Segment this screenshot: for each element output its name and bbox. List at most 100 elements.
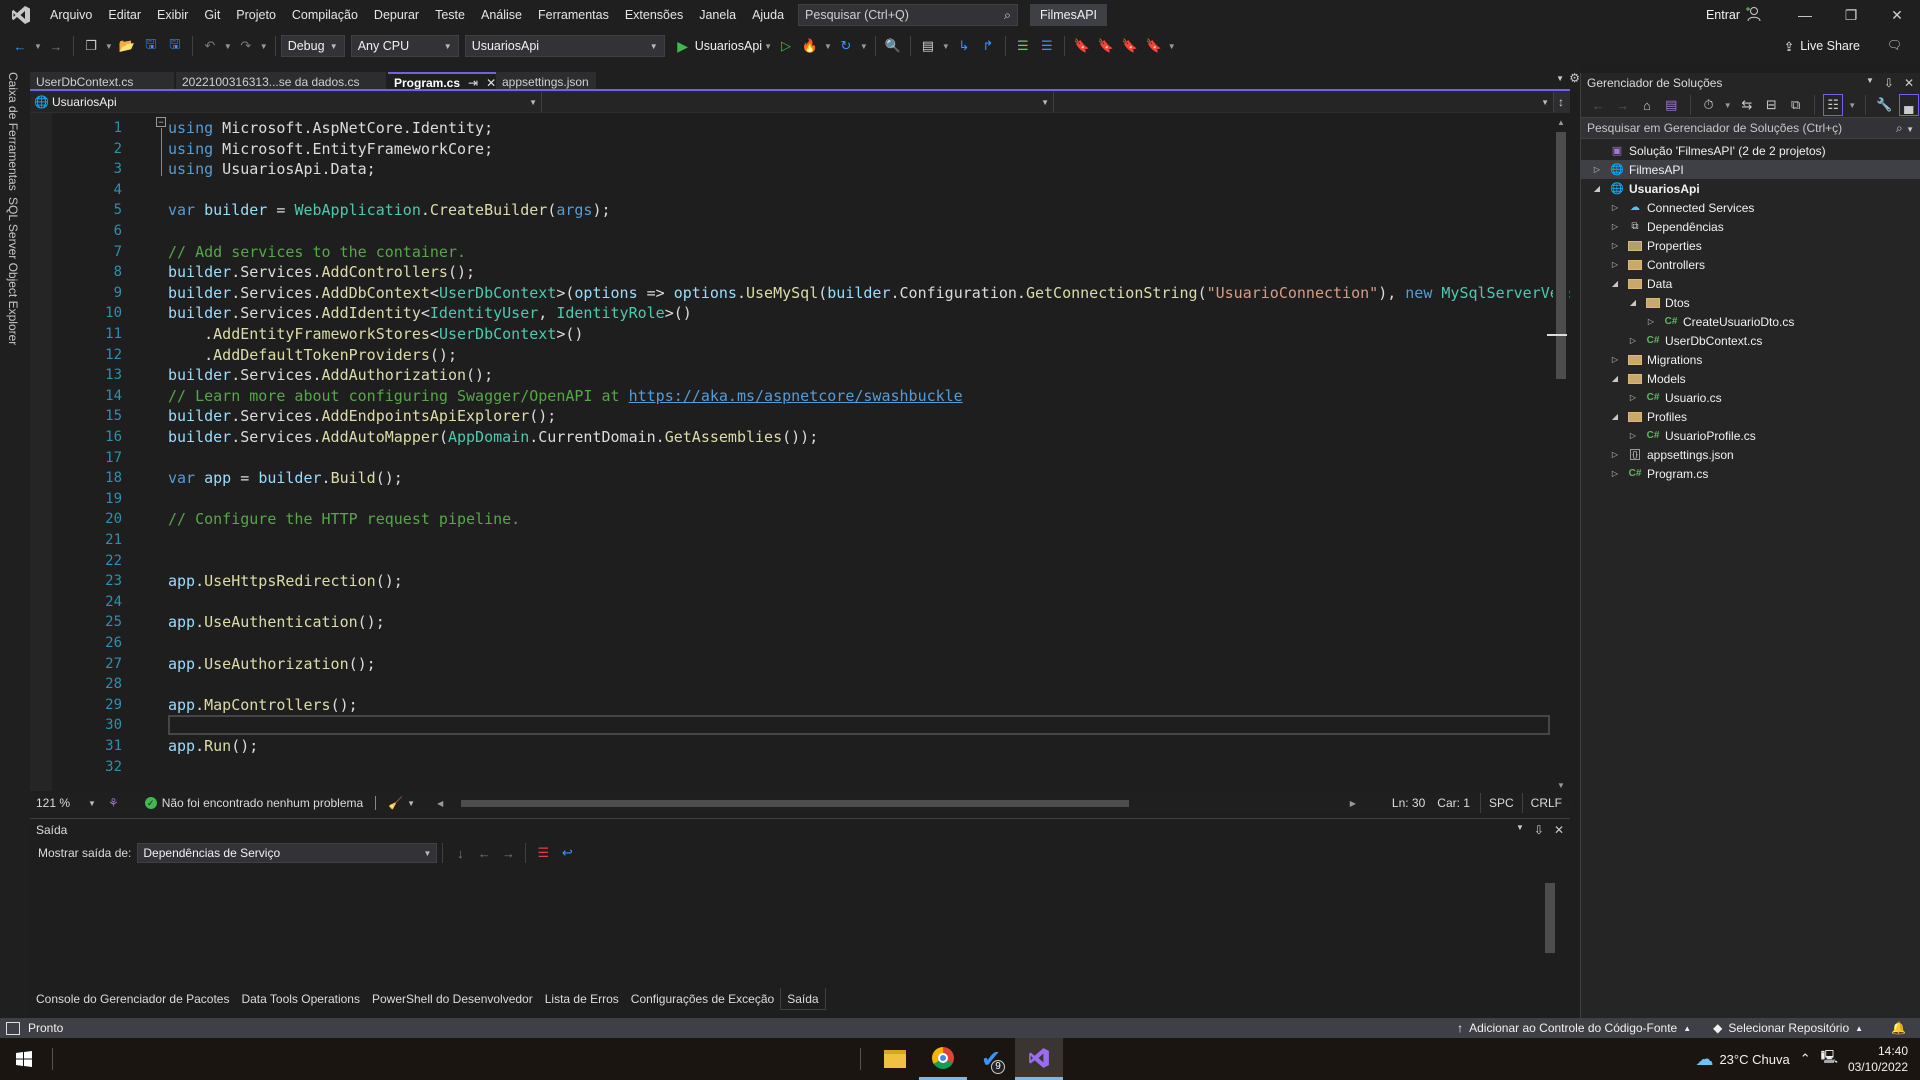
- code-line[interactable]: 6: [30, 221, 1552, 242]
- code-line[interactable]: 20 // Configure the HTTP request pipeline…: [30, 509, 1552, 530]
- tree-item[interactable]: ▷ C# Usuario.cs: [1581, 388, 1920, 407]
- code-line[interactable]: 30: [30, 715, 1552, 736]
- navigate-forward-icon[interactable]: →: [45, 35, 67, 57]
- code-line[interactable]: 24: [30, 592, 1552, 613]
- tree-item[interactable]: ▷ Properties: [1581, 236, 1920, 255]
- source-control-button[interactable]: ↑ Adicionar ao Controle do Código-Fonte ▲: [1457, 1021, 1691, 1035]
- code-line[interactable]: 25 app.UseAuthentication();: [30, 612, 1552, 633]
- menu-editar[interactable]: Editar: [100, 0, 149, 30]
- open-file-icon[interactable]: 📂: [116, 35, 138, 57]
- tree-item[interactable]: ◢ Data: [1581, 274, 1920, 293]
- menu-compilacao[interactable]: Compilação: [284, 0, 366, 30]
- sign-in-button[interactable]: Entrar: [1706, 8, 1740, 22]
- repository-button[interactable]: ◆ Selecionar Repositório ▲: [1713, 1021, 1863, 1035]
- expand-arrow-icon[interactable]: ▷: [1609, 241, 1621, 250]
- close-panel-icon[interactable]: ✕: [1904, 76, 1914, 90]
- code-line[interactable]: 32: [30, 757, 1552, 778]
- tree-item[interactable]: ▷ C# UsuarioProfile.cs: [1581, 426, 1920, 445]
- configuration-select[interactable]: Debug ▼: [280, 35, 345, 57]
- code-line[interactable]: 18 var app = builder.Build();: [30, 468, 1552, 489]
- code-cleanup-icon[interactable]: 🧹 ▼: [382, 796, 421, 810]
- menu-depurar[interactable]: Depurar: [366, 0, 427, 30]
- code-line[interactable]: 8 builder.Services.AddControllers();: [30, 262, 1552, 283]
- visual-studio-taskbar-icon[interactable]: [1015, 1038, 1063, 1080]
- code-editor[interactable]: 1 using Microsoft.AspNetCore.Identity; 2 us…: [30, 113, 1570, 791]
- tree-item[interactable]: ◢ 🌐 UsuariosApi: [1581, 179, 1920, 198]
- navigate-back-icon[interactable]: ←: [9, 35, 31, 57]
- pin-icon[interactable]: ⇩: [1534, 823, 1544, 837]
- pin-icon[interactable]: ⇩: [1884, 76, 1894, 90]
- menu-arquivo[interactable]: Arquivo: [42, 0, 100, 30]
- code-line[interactable]: 4: [30, 180, 1552, 201]
- view-class-diagram-icon[interactable]: ☷: [1822, 94, 1844, 116]
- scroll-left-icon[interactable]: ◀: [437, 799, 443, 808]
- properties-icon[interactable]: 🔧: [1874, 94, 1894, 116]
- word-wrap-icon[interactable]: ↩: [556, 842, 578, 864]
- startup-project-select[interactable]: UsuariosApi ▼: [464, 35, 665, 57]
- expand-arrow-icon[interactable]: ▷: [1609, 260, 1621, 269]
- whitespace-indicator[interactable]: SPC: [1479, 793, 1522, 813]
- menu-projeto[interactable]: Projeto: [228, 0, 284, 30]
- notifications-bell-icon[interactable]: 🔔: [1891, 1021, 1906, 1035]
- collapse-region-icon[interactable]: −: [156, 117, 166, 127]
- undo-icon[interactable]: ↶: [199, 35, 221, 57]
- search-input[interactable]: Pesquisar (Ctrl+Q) ⌕: [798, 4, 1019, 26]
- clock[interactable]: 14:40 03/10/2022: [1848, 1043, 1908, 1075]
- show-all-files-icon[interactable]: ⧉: [1785, 94, 1805, 116]
- code-line[interactable]: 2 using Microsoft.EntityFrameworkCore;: [30, 139, 1552, 160]
- expand-arrow-icon[interactable]: ▷: [1627, 431, 1639, 440]
- scroll-down-icon[interactable]: ▼: [1557, 781, 1565, 790]
- save-all-icon[interactable]: 🖫: [164, 35, 186, 57]
- close-tab-icon[interactable]: ✕: [486, 76, 496, 90]
- show-hidden-icons-chevron[interactable]: ⌃: [1800, 1051, 1811, 1067]
- menu-janela[interactable]: Janela: [691, 0, 744, 30]
- tree-item[interactable]: ▷ 🌐 FilmesAPI: [1581, 160, 1920, 179]
- scrollbar-thumb[interactable]: [461, 800, 1130, 807]
- forward-icon[interactable]: →: [1612, 94, 1632, 116]
- code-link[interactable]: https://aka.ms/aspnetcore/swashbuckle: [629, 387, 963, 405]
- code-line[interactable]: 17: [30, 448, 1552, 469]
- hot-reload-dropdown[interactable]: ▼: [824, 42, 832, 51]
- type-scope-select[interactable]: ▼: [542, 92, 1054, 112]
- code-line[interactable]: 27 app.UseAuthorization();: [30, 654, 1552, 675]
- start-without-debugging-icon[interactable]: ▷: [775, 35, 797, 57]
- output-text-area[interactable]: [30, 869, 1570, 977]
- file-explorer-taskbar-icon[interactable]: [871, 1038, 919, 1080]
- tool-tab[interactable]: Lista de Erros: [539, 988, 625, 1010]
- sql-server-object-explorer-tab[interactable]: SQL Server Object Explorer: [6, 197, 20, 345]
- run-target-dropdown[interactable]: ▼: [764, 42, 772, 51]
- code-line[interactable]: 9 builder.Services.AddDbContext<UserDbCon…: [30, 283, 1570, 304]
- pending-changes-filter-icon[interactable]: ⏱: [1698, 94, 1718, 116]
- tree-item[interactable]: ▣ Solução 'FilmesAPI' (2 de 2 projetos): [1581, 141, 1920, 160]
- menu-exibir[interactable]: Exibir: [149, 0, 196, 30]
- weather-widget[interactable]: ☁ 23°C Chuva: [1695, 1049, 1789, 1070]
- bookmark-icon[interactable]: 🔖: [1071, 35, 1093, 57]
- view-dropdown[interactable]: ▼: [1848, 101, 1856, 110]
- code-line[interactable]: 29 app.MapControllers();: [30, 695, 1552, 716]
- member-scope-select[interactable]: ▼: [1054, 92, 1554, 112]
- code-line[interactable]: 23 app.UseHttpsRedirection();: [30, 571, 1552, 592]
- feedback-icon[interactable]: 🗨: [1887, 38, 1902, 52]
- tool-tab[interactable]: Configurações de Exceção: [625, 988, 780, 1010]
- settings-gear-icon[interactable]: ⚙: [1569, 71, 1580, 85]
- back-icon[interactable]: ←: [1588, 94, 1608, 116]
- refresh-dropdown[interactable]: ▼: [860, 42, 868, 51]
- code-line[interactable]: 26: [30, 633, 1552, 654]
- code-line[interactable]: 3 using UsuariosApi.Data;: [30, 159, 1552, 180]
- network-icon[interactable]: 🖳: [1821, 1048, 1838, 1070]
- collapse-arrow-icon[interactable]: ◢: [1627, 298, 1639, 307]
- expand-arrow-icon[interactable]: ▷: [1627, 393, 1639, 402]
- tool-tab[interactable]: Saída: [780, 988, 826, 1010]
- zoom-select[interactable]: 121 % ▼: [30, 796, 102, 810]
- live-share-button[interactable]: ⇪ Live Share: [1784, 30, 1860, 62]
- redo-icon[interactable]: ↷: [235, 35, 257, 57]
- toolbox-tab[interactable]: Caixa de Ferramentas: [6, 72, 20, 191]
- code-line[interactable]: 16 builder.Services.AddAutoMapper(AppDoma…: [30, 427, 1552, 448]
- menu-teste[interactable]: Teste: [427, 0, 473, 30]
- tree-item[interactable]: ▷ {} appsettings.json: [1581, 445, 1920, 464]
- tab-list-dropdown-icon[interactable]: ▼: [1556, 74, 1564, 83]
- menu-analise[interactable]: Análise: [473, 0, 530, 30]
- tool-tab[interactable]: Console do Gerenciador de Pacotes: [30, 988, 235, 1010]
- tool-tab[interactable]: Data Tools Operations: [235, 988, 366, 1010]
- expand-arrow-icon[interactable]: ▷: [1609, 222, 1621, 231]
